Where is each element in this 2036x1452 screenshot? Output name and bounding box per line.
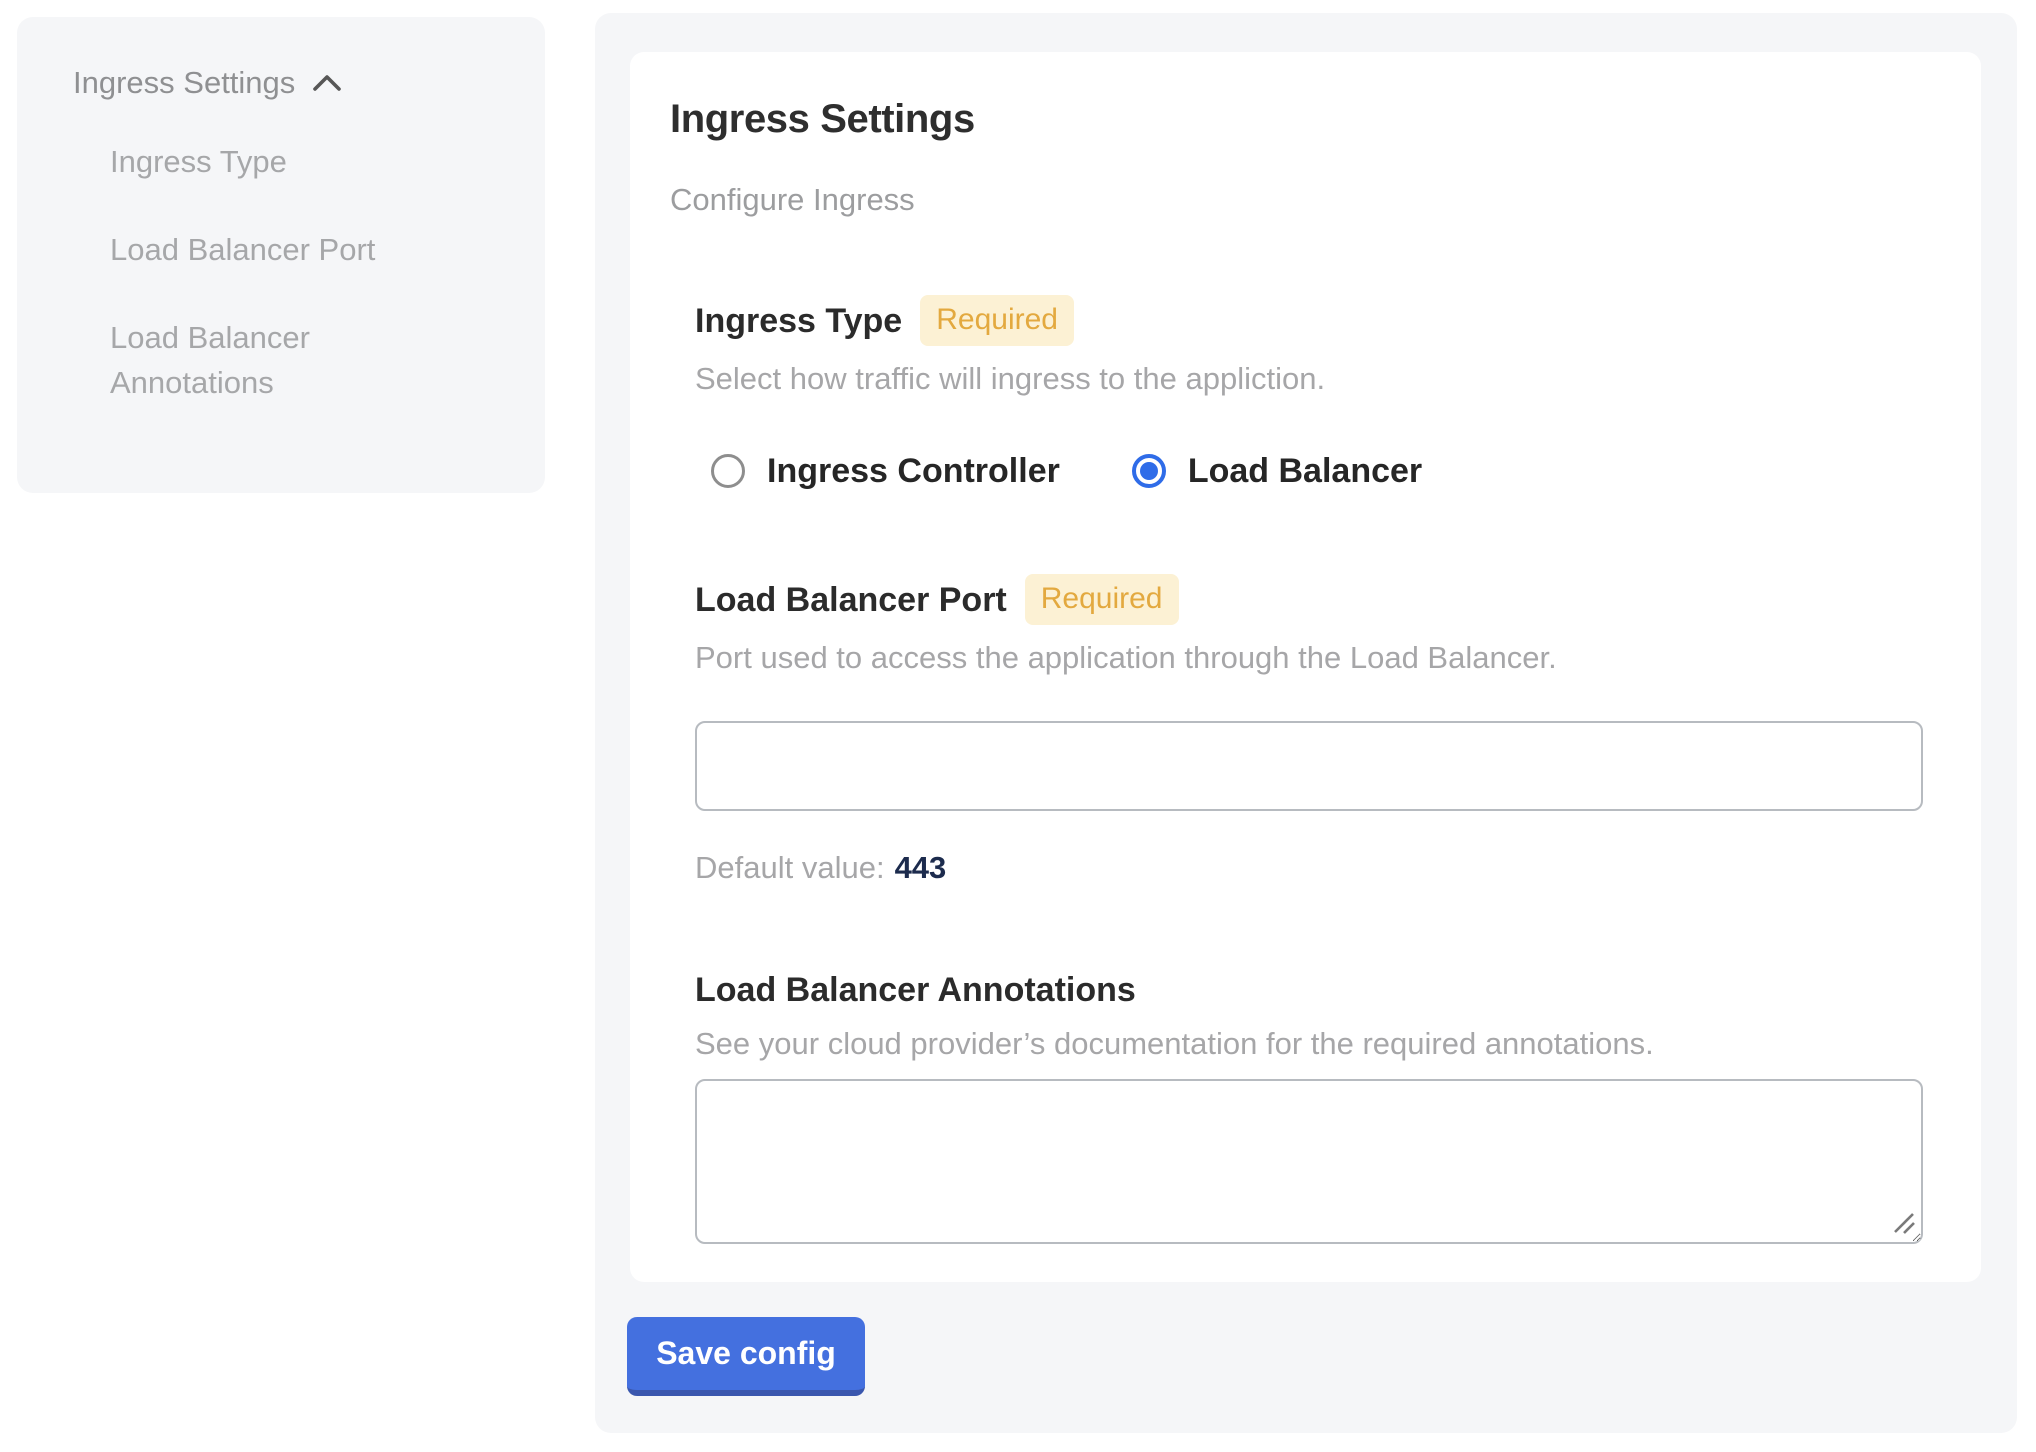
page-title: Ingress Settings [670,95,1917,143]
required-badge: Required [920,295,1074,346]
sidebar-section-toggle[interactable]: Ingress Settings [73,61,505,105]
radio-icon[interactable] [711,454,745,488]
settings-panel: Ingress Settings Configure Ingress Ingre… [595,13,2017,1433]
settings-sections: Ingress Type Required Select how traffic… [670,295,1917,1244]
radio-label: Load Balancer [1188,450,1422,492]
radio-option-load-balancer[interactable]: Load Balancer [1132,450,1422,492]
section-heading-row: Load Balancer Annotations [695,969,1917,1011]
section-heading-row: Ingress Type Required [695,295,1917,346]
default-value-line: Default value: 443 [695,847,1917,889]
ingress-type-heading: Ingress Type [695,300,902,342]
load-balancer-annotations-textarea[interactable] [695,1079,1923,1244]
section-heading-row: Load Balancer Port Required [695,574,1917,625]
radio-option-ingress-controller[interactable]: Ingress Controller [711,450,1060,492]
section-load-balancer-annotations: Load Balancer Annotations See your cloud… [695,969,1917,1244]
load-balancer-port-description: Port used to access the application thro… [695,637,1917,679]
sidebar-item-ingress-type[interactable]: Ingress Type [110,139,440,184]
load-balancer-port-input[interactable] [695,721,1923,811]
ingress-settings-card: Ingress Settings Configure Ingress Ingre… [630,52,1981,1282]
required-badge: Required [1025,574,1179,625]
settings-sidebar: Ingress Settings Ingress Type Load Balan… [17,17,545,493]
section-ingress-type: Ingress Type Required Select how traffic… [695,295,1917,492]
radio-label: Ingress Controller [767,450,1060,492]
page-subtitle: Configure Ingress [670,179,1917,221]
load-balancer-annotations-heading: Load Balancer Annotations [695,969,1136,1011]
radio-icon-selected[interactable] [1132,454,1166,488]
save-config-button[interactable]: Save config [627,1317,865,1396]
chevron-up-icon [311,72,343,94]
sidebar-section-label: Ingress Settings [73,61,295,105]
ingress-type-description: Select how traffic will ingress to the a… [695,358,1917,400]
load-balancer-port-heading: Load Balancer Port [695,579,1007,621]
load-balancer-annotations-description: See your cloud provider’s documentation … [695,1023,1917,1065]
sidebar-item-load-balancer-port[interactable]: Load Balancer Port [110,227,440,272]
sidebar-nav: Ingress Type Load Balancer Port Load Bal… [73,139,505,405]
sidebar-item-load-balancer-annotations[interactable]: Load Balancer Annotations [110,315,440,405]
ingress-type-radio-group: Ingress Controller Load Balancer [695,450,1917,492]
annotations-textarea-wrap [695,1079,1923,1244]
default-value: 443 [895,850,947,885]
section-load-balancer-port: Load Balancer Port Required Port used to… [695,574,1917,889]
default-value-label: Default value: [695,850,885,885]
